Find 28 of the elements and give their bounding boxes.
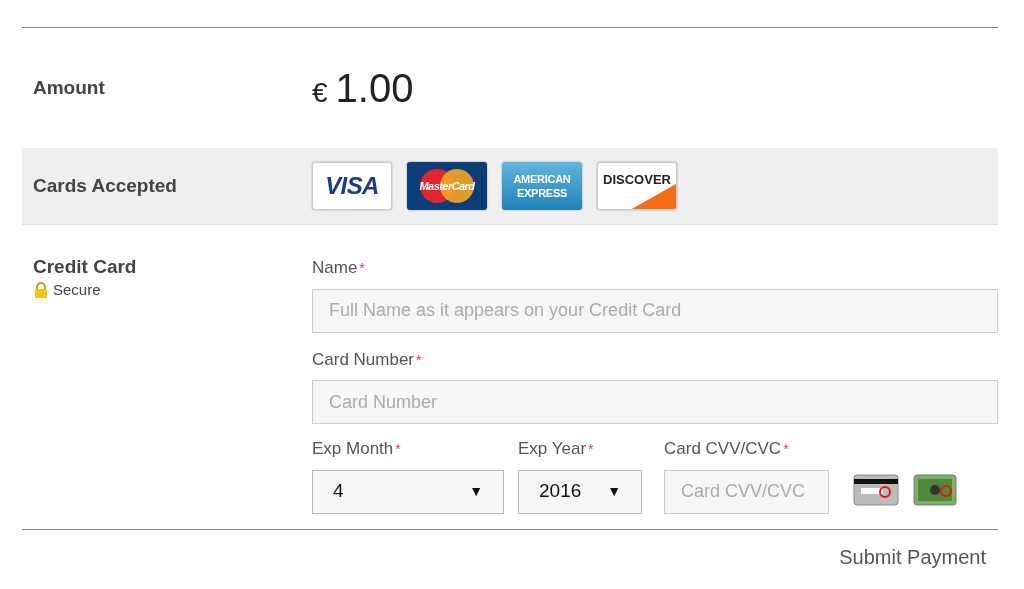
card-front-icon xyxy=(913,473,957,506)
cvv-input[interactable]: Card CVV/CVC xyxy=(664,469,829,514)
field-label: Exp Year xyxy=(518,438,587,460)
required-mark: * xyxy=(783,440,789,459)
discover-card-logo: DISCOVER xyxy=(597,162,677,210)
field-label: Exp Month xyxy=(312,438,394,460)
amount-value: 1.00 xyxy=(335,65,414,112)
select-field[interactable]: 4 ▼ xyxy=(312,469,504,514)
submit-payment-button[interactable]: Submit Payment xyxy=(839,542,986,572)
amount-label: Amount xyxy=(32,75,106,100)
card-number-input[interactable]: Card Number xyxy=(312,380,998,424)
cards-accepted-label: Cards Accepted xyxy=(32,173,178,198)
field-label: Card Number xyxy=(312,348,415,371)
field-label: Card CVV/CVC xyxy=(664,438,782,460)
name-input[interactable]: Full Name as it appears on your Credit Card xyxy=(312,288,998,333)
lock-icon xyxy=(33,282,49,299)
secure-label: Secure xyxy=(53,280,101,300)
amex-card-logo: AMERICAN EXPRESS xyxy=(502,162,582,210)
required-mark: * xyxy=(416,350,422,370)
required-mark: * xyxy=(359,259,365,278)
required-mark: * xyxy=(588,440,594,459)
credit-card-label: Credit Card xyxy=(33,255,138,279)
visa-card-logo: VISA xyxy=(312,162,392,210)
currency-symbol: € xyxy=(312,76,328,110)
select-field[interactable]: 2016 ▼ xyxy=(518,469,642,514)
card-back-icon xyxy=(853,473,899,506)
required-mark: * xyxy=(395,440,401,459)
field-label: Name xyxy=(312,257,358,279)
